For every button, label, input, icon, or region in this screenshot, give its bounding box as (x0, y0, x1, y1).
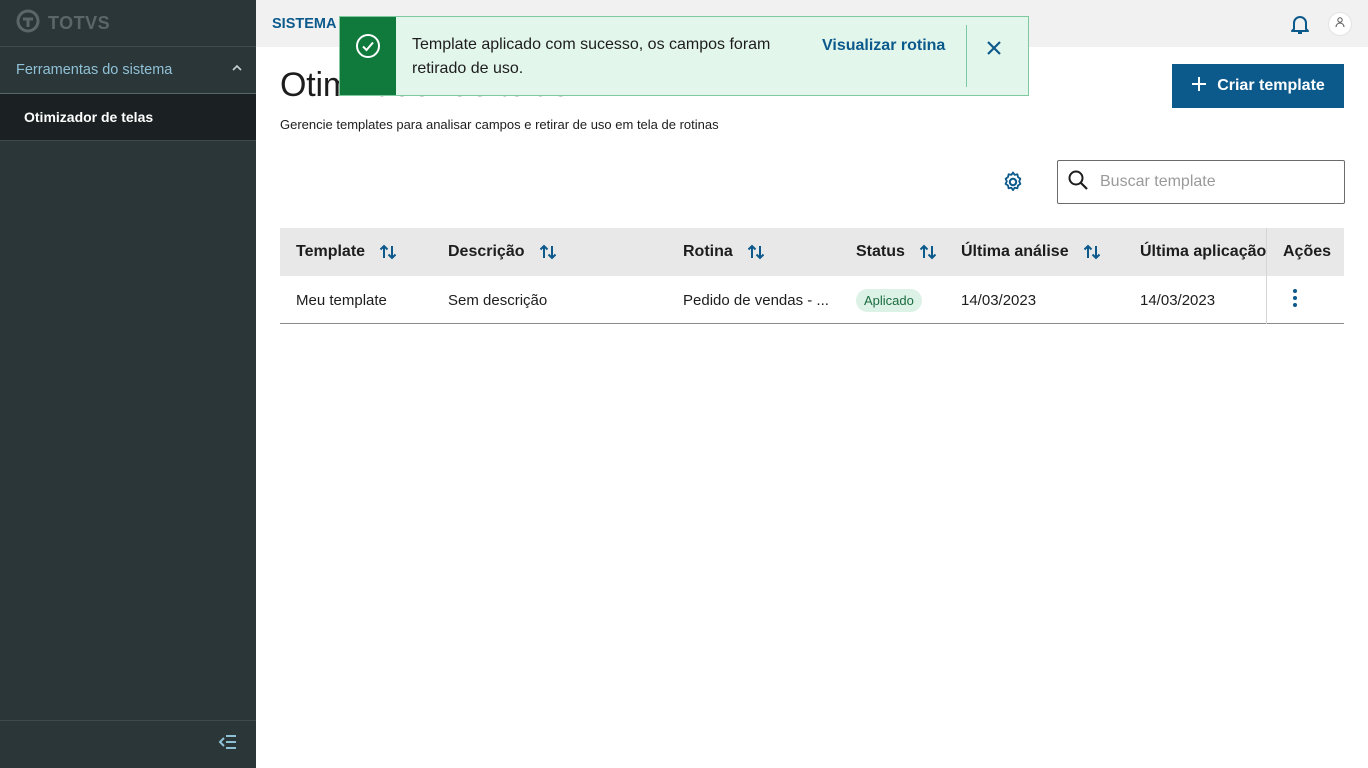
chevron-up-icon (230, 61, 244, 80)
cell-template: Meu template (296, 291, 387, 309)
sort-icon[interactable] (539, 244, 557, 260)
sidebar-item-label: Otimizador de telas (24, 109, 154, 125)
col-template[interactable]: Template (296, 228, 397, 276)
search-icon (1066, 168, 1090, 197)
avatar[interactable] (1328, 12, 1352, 36)
view-routine-button[interactable]: Visualizar rotina (822, 37, 945, 55)
cell-rotina: Pedido de vendas - ... (683, 291, 829, 309)
menu-group-ferramentas[interactable]: Ferramentas do sistema (0, 47, 256, 94)
sidebar: TOTVS Ferramentas do sistema Otimizador … (0, 0, 256, 768)
status-badge: Aplicado (856, 288, 922, 312)
plus-icon (1191, 76, 1207, 97)
create-template-label: Criar template (1217, 77, 1325, 94)
templates-table: Template Descrição Rotina Status Última … (280, 228, 1344, 324)
cell-ultima-aplicacao: 14/03/2023 (1140, 291, 1216, 309)
user-icon (1334, 15, 1346, 33)
menu-group-label: Ferramentas do sistema (16, 62, 173, 78)
sort-icon[interactable] (747, 244, 765, 260)
col-rotina[interactable]: Rotina (683, 228, 765, 276)
sort-icon[interactable] (1083, 244, 1101, 260)
sidebar-footer (0, 720, 256, 768)
col-label: Template (296, 243, 366, 260)
col-label: Última análise (961, 243, 1069, 260)
bell-icon[interactable] (1288, 12, 1312, 36)
toast-message: Template aplicado com sucesso, os campos… (412, 36, 771, 77)
check-circle-icon (355, 33, 381, 64)
col-label: Descrição (448, 243, 525, 260)
col-label: Última aplicação (1140, 243, 1267, 260)
toast-divider (966, 25, 967, 87)
create-template-button[interactable]: Criar template (1172, 64, 1344, 108)
col-label: Status (856, 243, 905, 260)
page-subtitle: Gerencie templates para analisar campos … (280, 117, 719, 132)
sort-icon[interactable] (379, 244, 397, 260)
success-toast: Template aplicado com sucesso, os campos… (339, 16, 1029, 96)
table-row[interactable]: Meu template Sem descrição Pedido de ven… (280, 276, 1344, 324)
col-ultima-aplicacao[interactable]: Última aplicação (1140, 228, 1266, 276)
collapse-menu-icon[interactable] (218, 734, 238, 755)
totvs-logo-icon (16, 9, 40, 38)
toast-status-strip (340, 17, 396, 95)
more-vertical-icon[interactable] (1287, 288, 1303, 312)
col-label: Rotina (683, 243, 733, 260)
cell-descricao: Sem descrição (448, 291, 548, 309)
table-header: Template Descrição Rotina Status Última … (280, 228, 1344, 276)
col-status[interactable]: Status (856, 228, 937, 276)
cell-status: Aplicado (856, 276, 922, 324)
search-input[interactable] (1100, 173, 1320, 191)
col-ultima-analise[interactable]: Última análise (961, 228, 1101, 276)
logo-text: TOTVS (48, 12, 111, 33)
col-descricao[interactable]: Descrição (448, 228, 557, 276)
search-box (1057, 160, 1345, 204)
close-toast-button[interactable] (982, 37, 1006, 61)
cell-ultima-analise: 14/03/2023 (961, 291, 1037, 309)
sidebar-item-otimizador[interactable]: Otimizador de telas (0, 94, 256, 141)
gear-icon[interactable] (1001, 170, 1025, 194)
col-label: Ações (1283, 243, 1332, 260)
cell-acoes (1266, 276, 1344, 324)
col-acoes: Ações (1266, 228, 1344, 276)
close-icon (987, 40, 1001, 58)
logo: TOTVS (0, 0, 256, 47)
sort-icon[interactable] (919, 244, 937, 260)
